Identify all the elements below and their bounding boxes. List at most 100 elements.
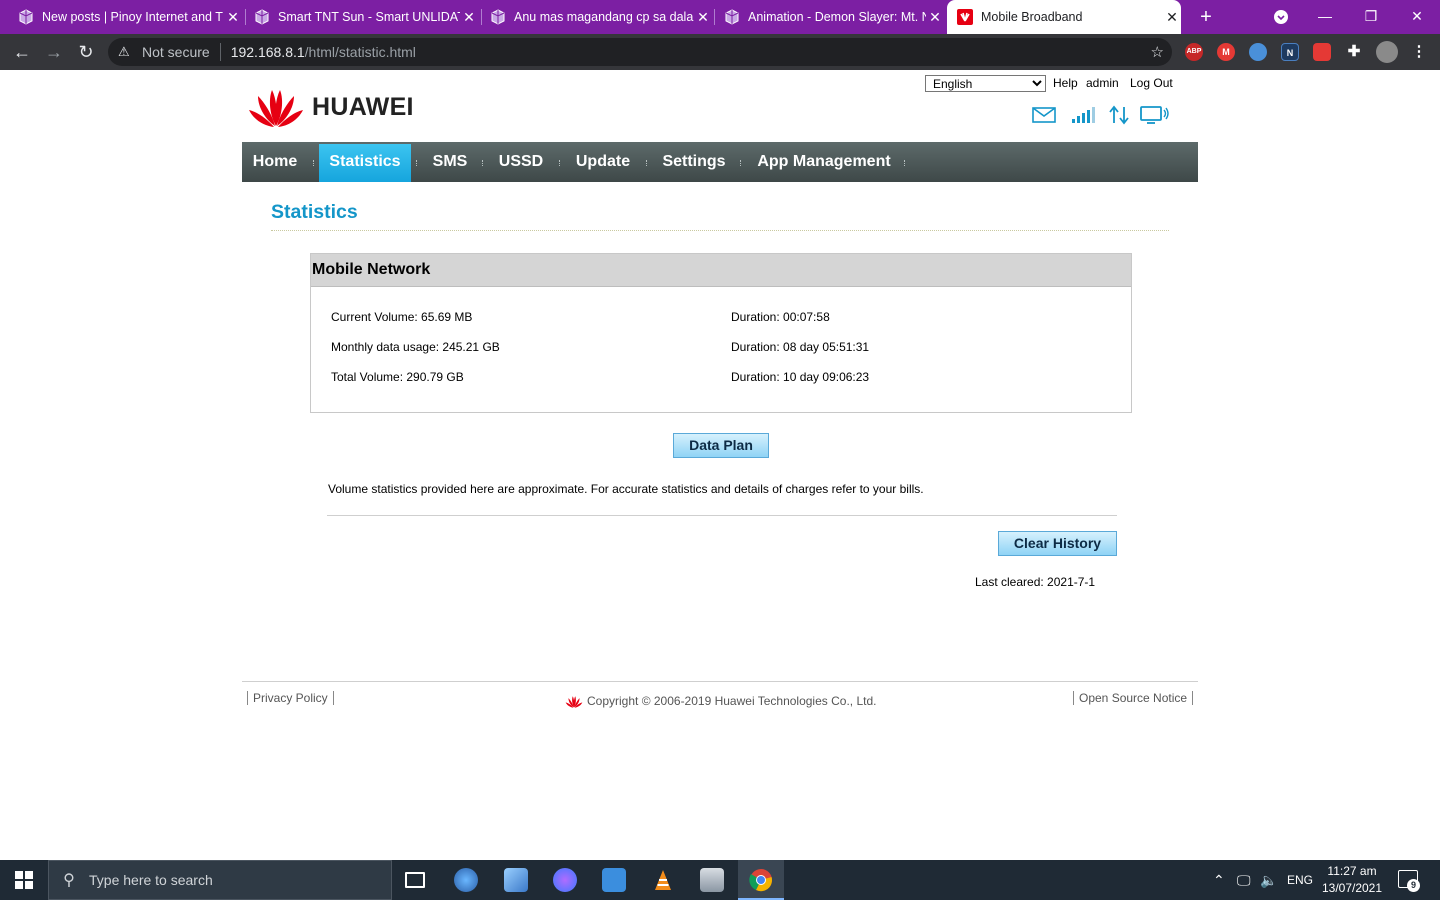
start-button[interactable]	[0, 860, 48, 900]
huawei-flower-icon	[249, 90, 303, 127]
browser-menu-icon[interactable]: ⋮	[1410, 43, 1428, 61]
profile-avatar[interactable]	[1376, 41, 1398, 63]
address-bar[interactable]: ⚠ Not secure 192.168.8.1/html/statistic.…	[108, 38, 1172, 66]
adblock-extension-icon[interactable]: ABP	[1185, 43, 1203, 61]
nav-home[interactable]: Home	[242, 142, 308, 182]
tab-title: Smart TNT Sun - Smart UNLIDATA	[278, 10, 460, 24]
restore-icon[interactable]: ❐	[1348, 0, 1394, 34]
url-host[interactable]: 192.168.8.1	[231, 44, 305, 60]
privacy-policy-link[interactable]: Privacy Policy	[247, 691, 334, 705]
windows-logo-icon	[15, 871, 33, 889]
windows-taskbar: ⚲ Type here to search ⌃ 🖵 🔈 ENG 11:27 am…	[0, 860, 1440, 900]
total-duration: Duration: 10 day 09:06:23	[731, 370, 870, 384]
tab-title: Animation - Demon Slayer: Mt. N	[748, 10, 926, 24]
browser-tab-3[interactable]: Anu mas magandang cp sa dala ✕	[490, 0, 712, 34]
nav-update[interactable]: Update	[565, 142, 641, 182]
page-title: Statistics	[271, 201, 358, 223]
data-plan-button[interactable]: Data Plan	[673, 433, 769, 458]
notes-app-icon[interactable]	[504, 868, 528, 892]
huawei-favicon-icon	[957, 9, 973, 25]
cube-favicon-icon	[19, 9, 33, 25]
clear-history-button[interactable]: Clear History	[998, 531, 1117, 556]
url-path[interactable]: /html/statistic.html	[305, 44, 416, 60]
reload-icon[interactable]: ↻	[74, 40, 98, 64]
clock-time: 11:27 am	[1327, 864, 1377, 878]
taskbar-search[interactable]: ⚲ Type here to search	[48, 860, 392, 900]
remote-desktop-icon[interactable]	[700, 868, 724, 892]
help-link[interactable]: Help	[1053, 76, 1078, 90]
vlc-icon[interactable]	[651, 868, 675, 892]
browser-tab-4[interactable]: Animation - Demon Slayer: Mt. N ✕	[724, 0, 944, 34]
logout-link[interactable]: Log Out	[1130, 76, 1173, 90]
data-transfer-icon	[1109, 105, 1129, 125]
minimize-icon[interactable]: —	[1302, 0, 1348, 34]
globe-extension-icon[interactable]	[1249, 43, 1267, 61]
panel-title: Mobile Network	[311, 254, 1131, 287]
nav-statistics[interactable]: Statistics	[319, 144, 411, 182]
messenger-app-icon[interactable]	[553, 868, 577, 892]
nav-separator	[740, 160, 741, 166]
nav-ussd[interactable]: USSD	[488, 142, 554, 182]
paint-app-icon[interactable]	[454, 868, 478, 892]
mobile-network-panel: Mobile Network Current Volume: 65.69 MB …	[310, 253, 1132, 413]
security-label[interactable]: Not secure	[142, 44, 210, 60]
task-view-icon[interactable]	[405, 872, 425, 888]
browser-tab-active[interactable]: Mobile Broadband ✕	[947, 0, 1181, 34]
nav-sms[interactable]: SMS	[422, 142, 478, 182]
close-tab-icon[interactable]: ✕	[1163, 9, 1181, 26]
warning-icon[interactable]: ⚠	[118, 44, 136, 60]
huawei-logo[interactable]: HUAWEI	[248, 86, 414, 128]
network-icon[interactable]: 🖵	[1237, 860, 1251, 900]
nav-settings[interactable]: Settings	[652, 142, 736, 182]
close-tab-icon[interactable]: ✕	[224, 9, 242, 26]
search-icon: ⚲	[63, 872, 75, 889]
user-label: admin	[1086, 76, 1119, 90]
current-duration: Duration: 00:07:58	[731, 310, 830, 324]
search-placeholder: Type here to search	[89, 872, 213, 888]
volume-icon[interactable]: 🔈	[1260, 860, 1277, 900]
notification-center-icon[interactable]: 9	[1398, 870, 1420, 892]
tab-separator	[714, 9, 715, 25]
notion-extension-icon[interactable]: N	[1281, 43, 1299, 61]
envelope-icon[interactable]	[1032, 106, 1056, 124]
new-tab-icon[interactable]: +	[1194, 5, 1218, 29]
close-tab-icon[interactable]: ✕	[694, 9, 712, 26]
tab-title: Mobile Broadband	[981, 10, 1083, 24]
cube-favicon-icon	[725, 9, 739, 25]
cube-favicon-icon	[255, 9, 269, 25]
language-select[interactable]: English	[925, 75, 1046, 92]
show-hidden-icons-icon[interactable]: ⌃	[1213, 860, 1225, 900]
nav-app-management[interactable]: App Management	[746, 142, 902, 182]
taskbar-clock[interactable]: 11:27 am 13/07/2021	[1316, 863, 1388, 897]
mail-extension-icon[interactable]: M	[1217, 43, 1235, 61]
open-source-notice-link[interactable]: Open Source Notice	[1073, 691, 1194, 705]
bookmark-star-icon[interactable]: ☆	[1151, 43, 1164, 61]
video-extension-icon[interactable]	[1313, 43, 1331, 61]
nav-separator	[416, 160, 417, 166]
footer-divider	[242, 681, 1198, 682]
forward-icon[interactable]: →	[42, 40, 66, 64]
nav-separator	[559, 160, 560, 166]
browser-tab-bar: New posts | Pinoy Internet and T ✕ Smart…	[0, 0, 1440, 34]
close-window-icon[interactable]: ✕	[1394, 0, 1440, 34]
close-tab-icon[interactable]: ✕	[460, 9, 478, 26]
browser-tab-1[interactable]: New posts | Pinoy Internet and T ✕	[18, 0, 242, 34]
volume-note: Volume statistics provided here are appr…	[328, 482, 924, 496]
chrome-taskbar-item[interactable]	[738, 860, 784, 900]
main-navigation: Home Statistics SMS USSD Update Settings…	[242, 142, 1198, 182]
signal-strength-icon	[1072, 107, 1095, 123]
extensions-puzzle-icon[interactable]: ✚	[1345, 43, 1363, 61]
huawei-flower-small-icon	[565, 695, 583, 708]
brand-name: HUAWEI	[312, 92, 414, 121]
back-icon[interactable]: ←	[10, 40, 34, 64]
clock-date: 13/07/2021	[1321, 881, 1383, 895]
tab-title: Anu mas magandang cp sa dala	[514, 10, 694, 24]
media-player-icon[interactable]	[602, 868, 626, 892]
nav-separator	[646, 160, 647, 166]
close-tab-icon[interactable]: ✕	[926, 9, 944, 26]
browser-tab-2[interactable]: Smart TNT Sun - Smart UNLIDATA ✕	[254, 0, 478, 34]
input-language[interactable]: ENG	[1287, 860, 1313, 900]
tab-search-icon[interactable]	[1258, 0, 1304, 34]
monthly-usage: Monthly data usage: 245.21 GB	[331, 340, 500, 354]
omnibox-divider	[219, 43, 221, 61]
